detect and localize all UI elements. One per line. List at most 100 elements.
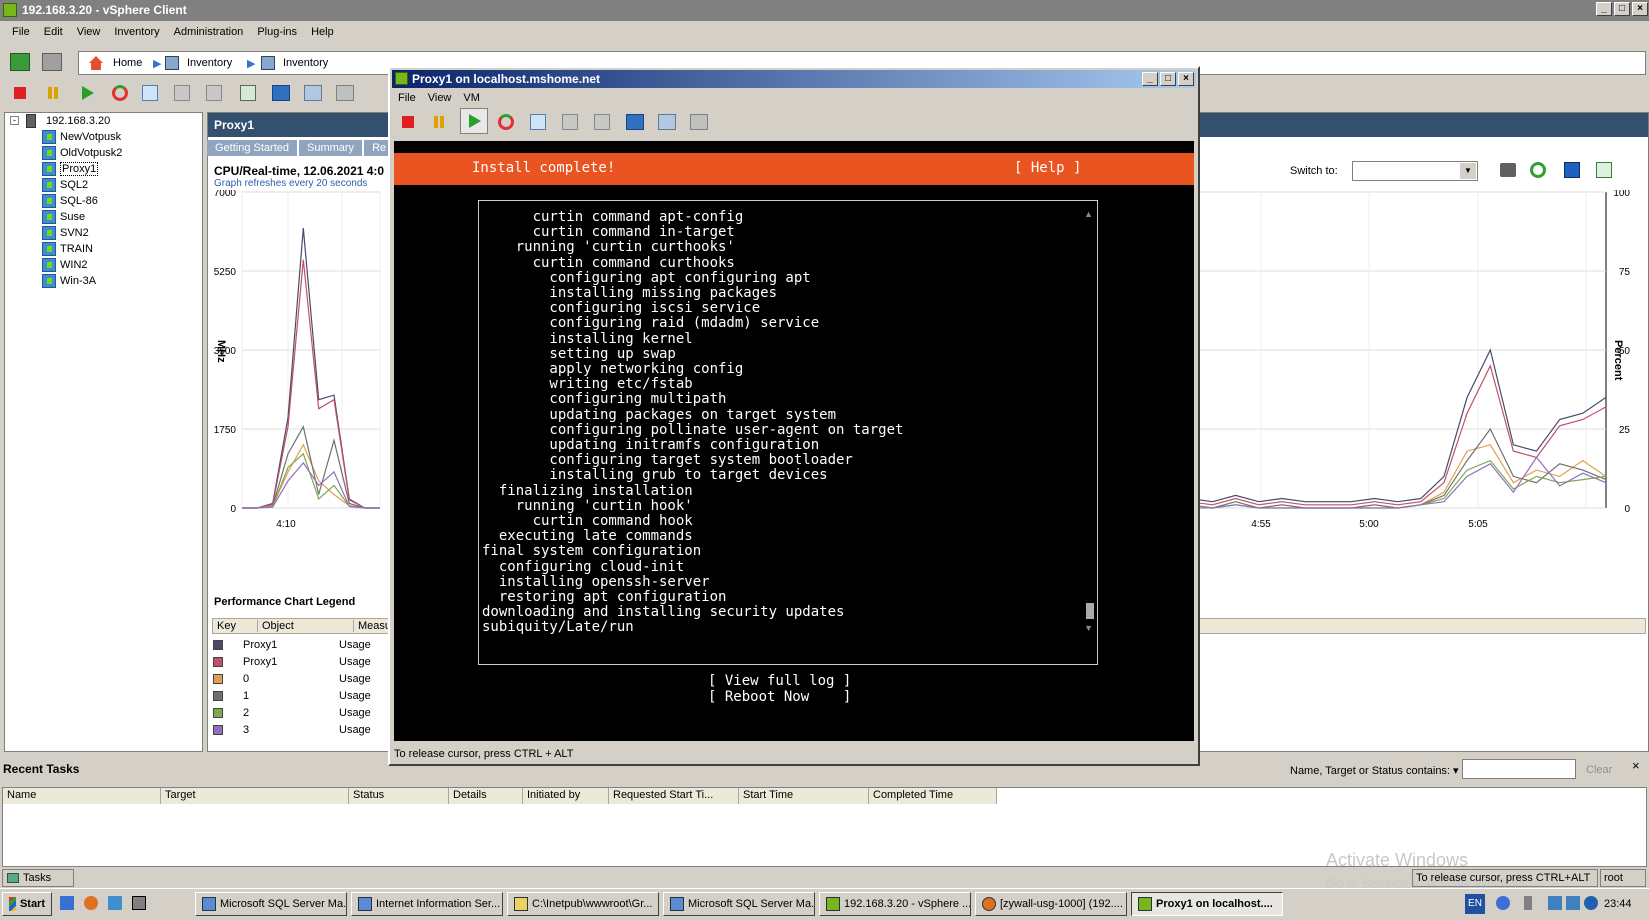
snapshot-manager-icon[interactable] [206, 85, 222, 101]
tree-item-newvotpusk[interactable]: NewVotpusk [42, 129, 121, 145]
task-filter-label[interactable]: Name, Target or Status contains: ▾ [1290, 764, 1459, 777]
legend-row[interactable]: 0 Usage [213, 670, 371, 687]
vm-revert-icon[interactable] [562, 114, 578, 130]
legend-row[interactable]: 2 Usage [213, 704, 371, 721]
forward-arrow-icon[interactable] [42, 53, 62, 71]
power-on-icon[interactable] [82, 86, 94, 100]
tree-item-suse[interactable]: Suse [42, 209, 85, 225]
menu-file[interactable]: File [12, 26, 30, 43]
view-full-log-button[interactable]: [ View full log ] [708, 673, 851, 689]
taskbar-item-folder[interactable]: C:\Inetpub\wwwroot\Gr... [507, 892, 659, 916]
vm-migrate-icon[interactable] [658, 114, 676, 130]
taskbar-item-proxy1-console[interactable]: Proxy1 on localhost.... [1131, 892, 1283, 916]
close-icon[interactable]: × [1632, 758, 1640, 773]
vm-clone-icon[interactable] [690, 114, 708, 130]
minimize-button[interactable]: _ [1596, 2, 1612, 16]
tree-item-sql-86[interactable]: SQL-86 [42, 193, 98, 209]
taskbar-item-vsphere[interactable]: 192.168.3.20 - vSphere ... [819, 892, 971, 916]
scroll-up-icon[interactable]: ▲ [1084, 209, 1093, 219]
legend-row[interactable]: Proxy1 Usage [213, 653, 371, 670]
language-indicator[interactable]: EN [1465, 894, 1485, 914]
col-completed-time[interactable]: Completed Time [869, 788, 997, 804]
menu-inventory[interactable]: Inventory [114, 26, 159, 43]
suspend-icon[interactable] [48, 87, 52, 99]
print-icon[interactable] [1500, 163, 1516, 177]
menu-view[interactable]: View [77, 26, 101, 43]
vm-menu-vm[interactable]: VM [463, 92, 480, 104]
col-details[interactable]: Details [449, 788, 523, 804]
clock[interactable]: 23:44 [1604, 898, 1632, 910]
revert-snapshot-icon[interactable] [174, 85, 190, 101]
menu-administration[interactable]: Administration [174, 26, 244, 43]
vm-reset-icon[interactable] [498, 114, 514, 130]
col-target[interactable]: Target [161, 788, 349, 804]
tab-summary[interactable]: Summary [299, 140, 363, 156]
close-button[interactable]: × [1632, 2, 1648, 16]
globe-icon[interactable] [1584, 896, 1598, 910]
console-icon[interactable] [240, 85, 256, 101]
tree-root-host[interactable]: 192.168.3.20 [46, 115, 110, 127]
vm-minimize-button[interactable]: _ [1142, 72, 1158, 86]
tray-expand-icon[interactable] [1524, 896, 1532, 910]
tree-item-win2[interactable]: WIN2 [42, 257, 88, 273]
tab-getting-started[interactable]: Getting Started [207, 140, 297, 156]
help-button[interactable]: [ Help ] [1014, 160, 1081, 176]
legend-row[interactable]: 1 Usage [213, 687, 371, 704]
task-filter-input[interactable] [1462, 759, 1576, 779]
refresh-icon[interactable] [1530, 162, 1546, 178]
taskbar-item-iis[interactable]: Internet Information Ser... [351, 892, 503, 916]
scrollbar-thumb[interactable] [1086, 603, 1094, 619]
taskbar-item-sql1[interactable]: Microsoft SQL Server Ma... [195, 892, 347, 916]
legend-row[interactable]: 3 Usage [213, 721, 371, 738]
back-arrow-icon[interactable] [10, 53, 30, 71]
reboot-now-button[interactable]: [ Reboot Now ] [708, 689, 851, 705]
collapse-icon[interactable]: - [10, 116, 19, 125]
vm-power-off-icon[interactable] [402, 116, 414, 128]
network-icon[interactable] [1548, 896, 1562, 910]
start-button[interactable]: Start [2, 892, 52, 916]
network-icon[interactable] [1566, 896, 1580, 910]
col-start-time[interactable]: Start Time [739, 788, 869, 804]
taskbar-item-firefox[interactable]: [zywall-usg-1000] (192.... [975, 892, 1127, 916]
migrate-icon[interactable] [304, 85, 322, 101]
vm-suspend-icon[interactable] [434, 116, 438, 128]
tree-item-proxy1[interactable]: Proxy1 [42, 161, 99, 177]
tree-item-win-3a[interactable]: Win-3A [42, 273, 96, 289]
vm-edit-settings-icon[interactable] [626, 114, 644, 130]
reset-icon[interactable] [112, 85, 128, 101]
tree-item-train[interactable]: TRAIN [42, 241, 93, 257]
show-desktop-icon[interactable] [60, 896, 74, 910]
tasks-button[interactable]: Tasks [2, 869, 74, 887]
menu-edit[interactable]: Edit [44, 26, 63, 43]
maximize-button[interactable]: □ [1614, 2, 1630, 16]
col-name[interactable]: Name [3, 788, 161, 804]
tree-item-sql2[interactable]: SQL2 [42, 177, 88, 193]
menu-plugins[interactable]: Plug-ins [257, 26, 297, 43]
col-status[interactable]: Status [349, 788, 449, 804]
explorer-icon[interactable] [108, 896, 122, 910]
legend-row[interactable]: Proxy1 Usage [213, 636, 371, 653]
nav-inventory-2[interactable]: Inventory [283, 57, 328, 69]
menu-help[interactable]: Help [311, 26, 334, 43]
scroll-down-icon[interactable]: ▼ [1084, 623, 1093, 633]
snapshot-icon[interactable] [142, 85, 158, 101]
power-off-icon[interactable] [14, 87, 26, 99]
popout-chart-icon[interactable] [1596, 162, 1612, 178]
tree-item-svn2[interactable]: SVN2 [42, 225, 89, 241]
vm-maximize-button[interactable]: □ [1160, 72, 1176, 86]
firefox-icon[interactable] [84, 896, 98, 910]
vm-snapshot-icon[interactable] [530, 114, 546, 130]
col-initiated-by[interactable]: Initiated by [523, 788, 609, 804]
vm-close-button[interactable]: × [1178, 72, 1194, 86]
vm-power-on-button[interactable] [460, 108, 488, 134]
vm-menu-file[interactable]: File [398, 92, 416, 104]
clone-icon[interactable] [336, 85, 354, 101]
taskbar-item-sql2[interactable]: Microsoft SQL Server Ma... [663, 892, 815, 916]
server-manager-icon[interactable] [132, 896, 146, 910]
nav-inventory[interactable]: Inventory [187, 57, 232, 69]
col-requested-start[interactable]: Requested Start Ti... [609, 788, 739, 804]
save-icon[interactable] [1564, 162, 1580, 178]
edit-settings-icon[interactable] [272, 85, 290, 101]
nav-home[interactable]: Home [113, 57, 142, 69]
vm-snapshot-manager-icon[interactable] [594, 114, 610, 130]
